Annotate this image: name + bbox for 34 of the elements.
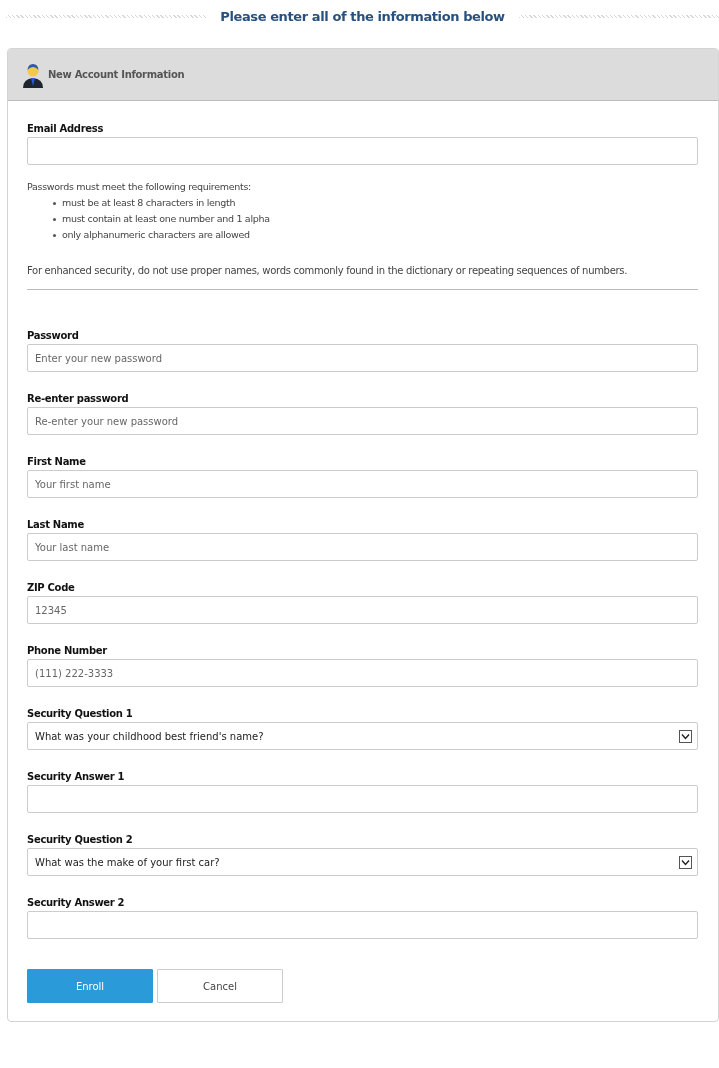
field-label: Last Name <box>27 519 85 530</box>
question-dropdown[interactable]: What was the make of your first car? <box>27 848 698 876</box>
input-field[interactable]: Your first name <box>27 470 698 498</box>
input-field[interactable]: Re-enter your new password <box>27 407 698 435</box>
email-field[interactable] <box>27 137 698 165</box>
requirement-text: must be at least 8 characters in length <box>62 196 236 210</box>
field-label: Email Address <box>27 123 105 134</box>
input-field[interactable] <box>27 785 698 813</box>
bullet-icon <box>53 217 56 221</box>
input-field[interactable]: Enter your new password <box>27 344 698 372</box>
input-field[interactable]: (111) 222-3333 <box>27 659 698 687</box>
field-label: Security Question 2 <box>27 834 134 845</box>
field-label: First Name <box>27 456 87 467</box>
user-icon <box>22 61 44 88</box>
bullet-icon <box>53 201 56 205</box>
field-label: Security Answer 2 <box>27 897 126 908</box>
page-heading: Please enter all of the information below <box>220 8 505 24</box>
requirement-text: must contain at least one number and 1 alpha <box>62 212 270 226</box>
field-label: Security Answer 1 <box>27 771 126 782</box>
input-field[interactable]: 12345 <box>27 596 698 624</box>
cancel-button[interactable]: Cancel <box>157 969 283 1003</box>
question-dropdown[interactable]: What was your childhood best friend's name? <box>27 722 698 750</box>
bullet-icon <box>53 233 56 237</box>
input-field[interactable]: Your last name <box>27 533 698 561</box>
field-label: Re-enter password <box>27 393 130 404</box>
requirement-text: only alphanumeric characters are allowed <box>62 228 250 242</box>
field-label: Security Question 1 <box>27 708 134 719</box>
security-note: For enhanced security, do not use proper names, words commonly found in the dictionary or repeating sequences of numbers. <box>27 264 629 278</box>
field-label: Password <box>27 330 80 341</box>
field-label: Phone Number <box>27 645 108 656</box>
requirements-intro: Passwords must meet the following requirements: <box>27 181 252 192</box>
field-label: ZIP Code <box>27 582 76 593</box>
input-field[interactable] <box>27 911 698 939</box>
panel-title: New Account Information <box>48 69 185 80</box>
